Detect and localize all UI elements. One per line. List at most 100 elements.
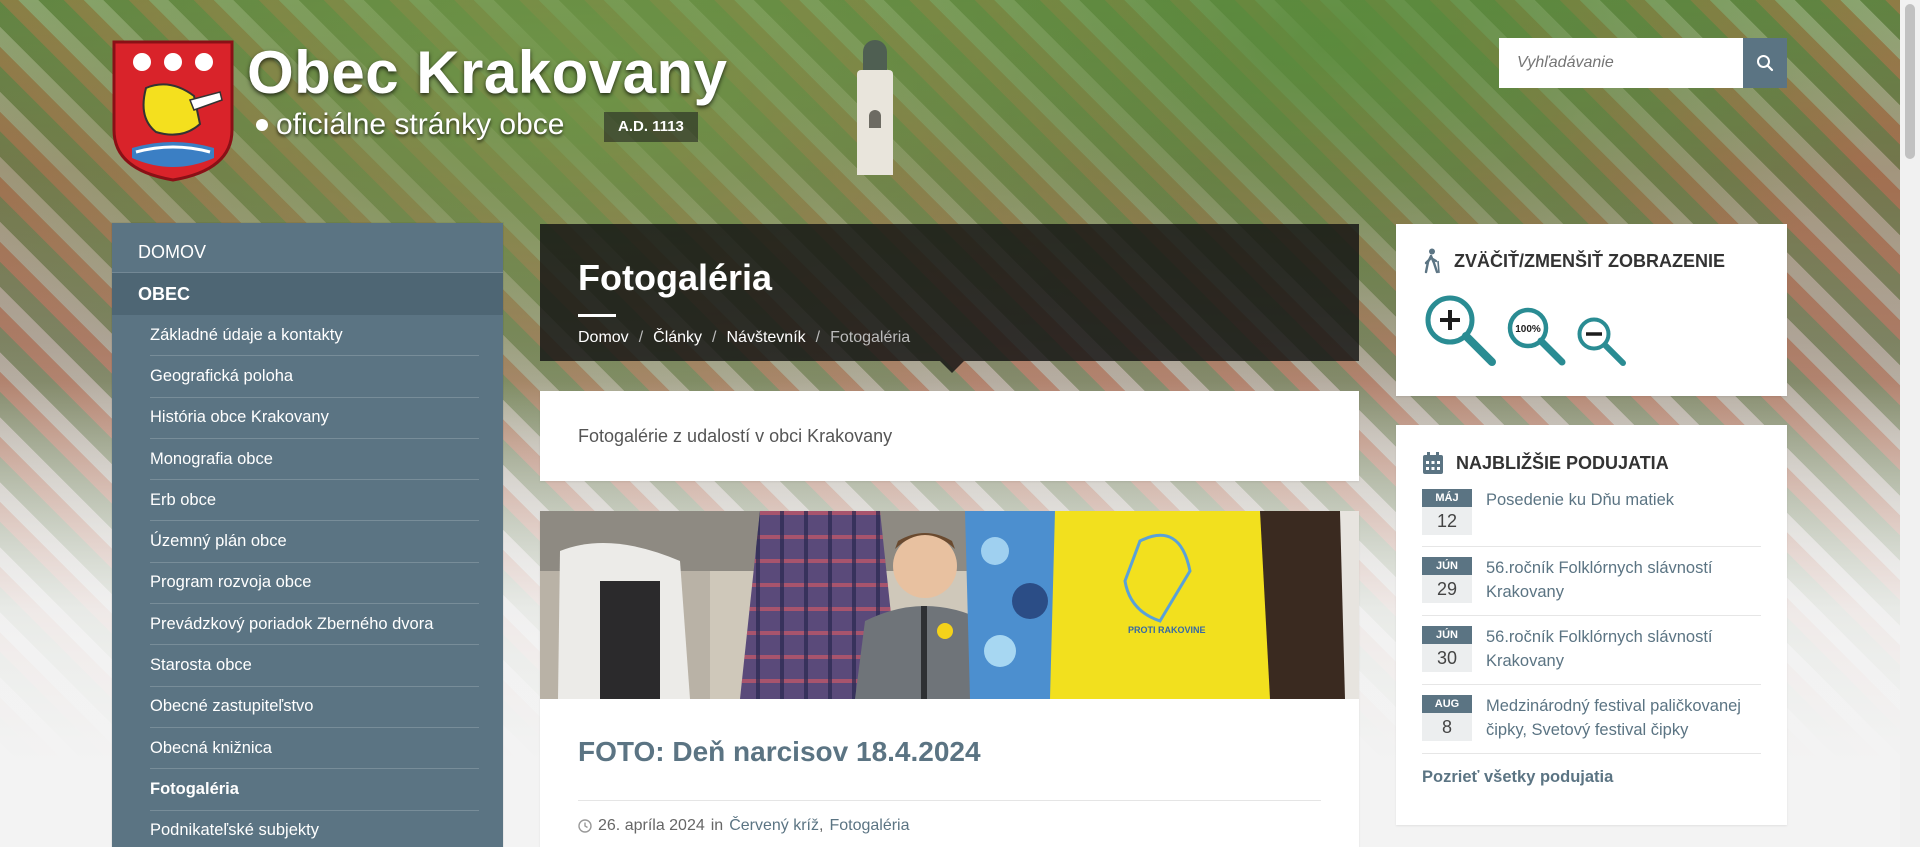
site-subtitle: oficiálne stránky obce bbox=[256, 108, 565, 142]
article-title[interactable]: FOTO: Deň narcisov 18.4.2024 bbox=[578, 736, 1321, 768]
nav-subitem: Obecná knižnica bbox=[150, 728, 479, 770]
nav-subitem-link[interactable]: Monografia obce bbox=[150, 450, 273, 469]
breadcrumb-separator: / bbox=[712, 328, 717, 346]
coat-of-arms-logo[interactable] bbox=[112, 40, 234, 182]
nav-subitem: Prevádzkový poriadok Zberného dvora bbox=[150, 604, 479, 646]
category-link-cerveny-kriz[interactable]: Červený kríž bbox=[729, 817, 819, 835]
nav-subitem-link[interactable]: Podnikateľské subjekty bbox=[150, 821, 319, 840]
article-in-label: in bbox=[710, 817, 724, 834]
nav-subitem-link[interactable]: Prevádzkový poriadok Zberného dvora bbox=[150, 615, 433, 634]
event-month: JÚN bbox=[1422, 625, 1472, 644]
nav-subitem-link[interactable]: Základné údaje a kontakty bbox=[150, 326, 343, 345]
event-date: MÁJ 12 bbox=[1422, 489, 1472, 536]
walking-person-icon bbox=[1424, 248, 1440, 274]
category-link-fotogaleria[interactable]: Fotogaléria bbox=[829, 817, 909, 835]
church-tower-image bbox=[833, 40, 917, 180]
article-meta: 26. apríla 2024 in Červený kríž, Fotogal… bbox=[578, 817, 1321, 835]
nav-subitem: Územný plán obce bbox=[150, 521, 479, 563]
page-scrollbar[interactable] bbox=[1900, 0, 1920, 847]
calendar-icon bbox=[1423, 452, 1443, 474]
article-date: 26. apríla 2024 bbox=[598, 817, 705, 834]
event-date: JÚN 30 bbox=[1422, 625, 1472, 674]
nav-subitem-link[interactable]: Program rozvoja obce bbox=[150, 573, 311, 592]
nav-subitem-link[interactable]: Erb obce bbox=[150, 491, 216, 510]
main-content: Fotogaléria Domov / Články / Návštevník … bbox=[540, 224, 1359, 847]
breadcrumb: Domov / Články / Návštevník / Fotogaléri… bbox=[578, 329, 1321, 347]
title-underline bbox=[578, 313, 616, 317]
event-item: JÚN 30 56.ročník Folklórnych slávností K… bbox=[1422, 616, 1761, 685]
nav-subitem: Starosta obce bbox=[150, 645, 479, 687]
breadcrumb-current: Fotogaléria bbox=[830, 328, 911, 346]
event-link[interactable]: 56.ročník Folklórnych slávností Krakovan… bbox=[1486, 557, 1761, 605]
nav-item-domov[interactable]: DOMOV bbox=[112, 231, 503, 273]
breadcrumb-separator: / bbox=[815, 328, 821, 346]
events-widget-title-text: NAJBLIŽŠIE PODUJATIA bbox=[1456, 452, 1669, 473]
nav-subitem: Geografická poloha bbox=[150, 356, 479, 398]
event-day: 8 bbox=[1422, 712, 1472, 741]
event-link[interactable]: Medzinárodný festival paličkovanej čipky… bbox=[1486, 695, 1761, 743]
event-link[interactable]: 56.ročník Folklórnych slávností Krakovan… bbox=[1486, 626, 1761, 674]
zoom-in-icon[interactable] bbox=[1422, 292, 1498, 368]
nav-item-obec[interactable]: OBEC bbox=[112, 273, 503, 315]
nav-subitem: Obecné zastupiteľstvo bbox=[150, 687, 479, 728]
zoom-widget-title: ZVÄČIŤ/ZMENŠIŤ ZOBRAZENIE bbox=[1422, 248, 1761, 274]
article-body: FOTO: Deň narcisov 18.4.2024 26. apríla … bbox=[540, 704, 1359, 847]
page-intro: Fotogalérie z udalostí v obci Krakovany bbox=[540, 391, 1359, 481]
breadcrumb-link-navstevnik[interactable]: Návštevník bbox=[727, 329, 806, 347]
scrollbar-thumb[interactable] bbox=[1905, 4, 1915, 159]
event-month: JÚN bbox=[1422, 557, 1472, 575]
category-separator: , bbox=[819, 817, 824, 834]
search-form bbox=[1499, 38, 1787, 88]
zoom-widget: ZVÄČIŤ/ZMENŠIŤ ZOBRAZENIE 100% bbox=[1396, 224, 1787, 396]
all-events-link[interactable]: Pozrieť všetky podujatia bbox=[1422, 768, 1761, 787]
breadcrumb-link-clanky[interactable]: Články bbox=[653, 329, 702, 347]
article-photo[interactable]: PROTI RAKOVINE bbox=[540, 511, 1359, 699]
nav-submenu: Základné údaje a kontakty Geografická po… bbox=[112, 315, 503, 847]
event-date: JÚN 29 bbox=[1422, 557, 1472, 605]
shirt-print-text: PROTI RAKOVINE bbox=[1128, 625, 1206, 635]
article-divider bbox=[578, 800, 1321, 801]
header-pointer-arrow bbox=[940, 361, 964, 373]
nav-subitem: Erb obce bbox=[150, 480, 479, 522]
event-month: MÁJ bbox=[1422, 489, 1472, 507]
nav-subitem-link[interactable]: História obce Krakovany bbox=[150, 408, 329, 427]
nav-subitem-link[interactable]: Obecné zastupiteľstvo bbox=[150, 697, 314, 716]
nav-subitem: Monografia obce bbox=[150, 439, 479, 481]
search-icon bbox=[1757, 55, 1774, 72]
search-input[interactable] bbox=[1499, 38, 1743, 88]
event-day: 12 bbox=[1422, 507, 1472, 535]
sidebar-nav: DOMOV OBEC Základné údaje a kontakty Geo… bbox=[112, 223, 503, 847]
clock-icon bbox=[578, 819, 592, 833]
nav-subitem: História obce Krakovany bbox=[150, 398, 479, 439]
events-widget: NAJBLIŽŠIE PODUJATIA MÁJ 12 Posedenie ku… bbox=[1396, 425, 1787, 825]
event-link[interactable]: Posedenie ku Dňu matiek bbox=[1486, 489, 1674, 536]
search-button[interactable] bbox=[1743, 38, 1787, 88]
nav-subitem-link[interactable]: Územný plán obce bbox=[150, 532, 287, 551]
site-subtitle-text: oficiálne stránky obce bbox=[276, 108, 565, 141]
event-date: AUG 8 bbox=[1422, 694, 1472, 743]
breadcrumb-separator: / bbox=[638, 328, 644, 346]
nav-subitem: Podnikateľské subjekty bbox=[150, 811, 479, 847]
page-header: Fotogaléria Domov / Články / Návštevník … bbox=[540, 224, 1359, 373]
breadcrumb-link-domov[interactable]: Domov bbox=[578, 329, 629, 347]
bullet-dot-icon bbox=[256, 119, 268, 131]
site-title[interactable]: Obec Krakovany bbox=[247, 38, 728, 107]
zoom-reset-icon[interactable]: 100% bbox=[1504, 304, 1568, 368]
nav-subitem-link-fotogaleria[interactable]: Fotogaléria bbox=[150, 780, 239, 799]
nav-subitem-link[interactable]: Obecná knižnica bbox=[150, 739, 272, 758]
founding-year-badge: A.D. 1113 bbox=[604, 112, 698, 142]
events-widget-title: NAJBLIŽŠIE PODUJATIA bbox=[1422, 451, 1761, 475]
page-title: Fotogaléria bbox=[578, 257, 773, 298]
event-item: MÁJ 12 Posedenie ku Dňu matiek bbox=[1422, 479, 1761, 547]
event-day: 29 bbox=[1422, 575, 1472, 603]
zoom-reset-label: 100% bbox=[1515, 324, 1541, 335]
nav-subitem: Program rozvoja obce bbox=[150, 563, 479, 605]
event-month: AUG bbox=[1422, 694, 1472, 713]
right-sidebar: ZVÄČIŤ/ZMENŠIŤ ZOBRAZENIE 100% NAJBLIŽŠI… bbox=[1396, 224, 1787, 825]
nav-subitem-link[interactable]: Starosta obce bbox=[150, 656, 252, 675]
nav-subitem-link[interactable]: Geografická poloha bbox=[150, 367, 293, 386]
zoom-out-icon[interactable] bbox=[1574, 314, 1628, 368]
nav-subitem: Základné údaje a kontakty bbox=[150, 315, 479, 357]
zoom-buttons: 100% bbox=[1422, 292, 1761, 368]
zoom-widget-title-text: ZVÄČIŤ/ZMENŠIŤ ZOBRAZENIE bbox=[1454, 250, 1725, 271]
